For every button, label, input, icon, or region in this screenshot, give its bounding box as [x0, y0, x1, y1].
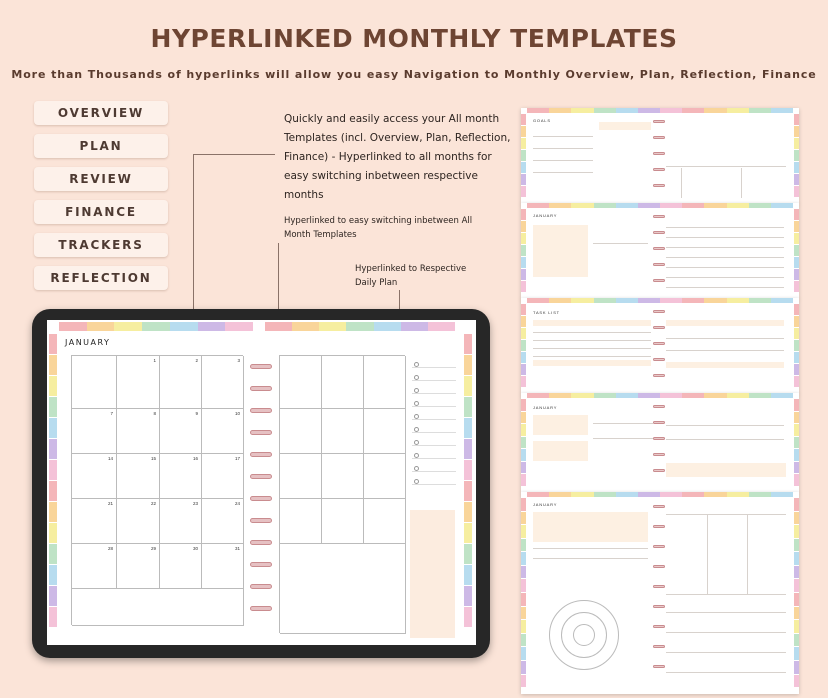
day-number: 10 — [234, 411, 240, 416]
day-cell[interactable] — [322, 409, 364, 454]
day-cell[interactable] — [322, 356, 364, 409]
calendar-grid-left[interactable]: 1 2 3 7 8 9 10 14 15 16 17 21 22 23 24 2… — [71, 355, 244, 626]
day-cell[interactable]: 2 — [160, 356, 202, 409]
day-cell[interactable] — [72, 356, 117, 409]
side-tabs-right[interactable] — [464, 334, 472, 628]
day-cell[interactable] — [364, 454, 406, 499]
template-page-overview[interactable]: JANUARY — [521, 393, 799, 493]
page-title: HYPERLINKED MONTHLY TEMPLATES — [150, 24, 678, 53]
side-tabs-left[interactable] — [49, 334, 57, 628]
page-label: TASK LIST — [533, 310, 560, 315]
day-cell[interactable] — [280, 409, 322, 454]
day-number: 30 — [192, 546, 198, 551]
connector-line — [193, 154, 275, 155]
life-wheel-core — [573, 624, 595, 646]
day-cell[interactable] — [280, 356, 322, 409]
day-number: 14 — [107, 456, 113, 461]
day-number: 1 — [153, 358, 156, 363]
day-number: 15 — [150, 456, 156, 461]
month-tabs-left[interactable] — [59, 322, 254, 331]
day-cell[interactable]: 30 — [160, 544, 202, 589]
day-cell[interactable] — [364, 499, 406, 544]
day-number: 16 — [192, 456, 198, 461]
day-number: 9 — [195, 411, 198, 416]
day-cell[interactable]: 3 — [202, 356, 244, 409]
day-cell[interactable] — [364, 409, 406, 454]
day-cell[interactable]: 23 — [160, 499, 202, 544]
day-number: 3 — [237, 358, 240, 363]
day-cell[interactable]: 14 — [72, 454, 117, 499]
day-cell[interactable]: 31 — [202, 544, 244, 589]
day-number: 8 — [153, 411, 156, 416]
page-label: JANUARY — [533, 502, 558, 507]
day-number: 23 — [192, 501, 198, 506]
review-button[interactable]: REVIEW — [34, 167, 168, 191]
day-cell[interactable] — [364, 356, 406, 409]
overview-button[interactable]: OVERVIEW — [34, 101, 168, 125]
page-subtitle: More than Thousands of hyperlinks will a… — [11, 68, 817, 81]
day-number: 24 — [234, 501, 240, 506]
day-cell[interactable]: 7 — [72, 409, 117, 454]
calendar-grid-right[interactable] — [279, 355, 406, 634]
connector-line — [193, 154, 194, 326]
day-cell[interactable]: 24 — [202, 499, 244, 544]
day-number: 28 — [107, 546, 113, 551]
day-cell[interactable] — [280, 544, 406, 634]
day-cell[interactable] — [322, 454, 364, 499]
day-cell[interactable]: 1 — [117, 356, 160, 409]
day-cell[interactable]: 17 — [202, 454, 244, 499]
page-label: GOALS — [533, 118, 551, 123]
finance-button[interactable]: FINANCE — [34, 200, 168, 224]
month-title: JANUARY — [65, 338, 111, 347]
page-label: JANUARY — [533, 405, 558, 410]
trackers-button[interactable]: TRACKERS — [34, 233, 168, 257]
day-cell[interactable] — [280, 499, 322, 544]
day-cell[interactable]: 28 — [72, 544, 117, 589]
day-cell[interactable] — [322, 499, 364, 544]
day-cell[interactable]: 9 — [160, 409, 202, 454]
day-cell[interactable]: 15 — [117, 454, 160, 499]
template-page-reflection[interactable]: JANUARY — [521, 492, 799, 694]
tablet-screen: JANUARY 1 2 3 7 8 9 10 14 15 16 17 21 22… — [47, 320, 476, 645]
day-cell[interactable]: 21 — [72, 499, 117, 544]
day-number: 17 — [234, 456, 240, 461]
day-cell[interactable] — [72, 589, 244, 626]
day-cell[interactable] — [280, 454, 322, 499]
page-label: JANUARY — [533, 213, 558, 218]
callout-daily: Hyperlinked to Respective Daily Plan — [355, 264, 467, 288]
callout-main: Quickly and easily access your All month… — [284, 113, 511, 201]
day-cell[interactable]: 10 — [202, 409, 244, 454]
day-number: 21 — [107, 501, 113, 506]
day-cell[interactable]: 16 — [160, 454, 202, 499]
reflection-button[interactable]: REFLECTION — [34, 266, 168, 290]
day-number: 31 — [234, 546, 240, 551]
day-cell[interactable]: 29 — [117, 544, 160, 589]
plan-button[interactable]: PLAN — [34, 134, 168, 158]
day-cell[interactable]: 22 — [117, 499, 160, 544]
callout-switching: Hyperlinked to easy switching inbetween … — [284, 216, 473, 240]
day-number: 22 — [150, 501, 156, 506]
day-number: 2 — [195, 358, 198, 363]
notes-panel[interactable] — [410, 510, 455, 638]
day-number: 7 — [110, 411, 113, 416]
day-cell[interactable]: 8 — [117, 409, 160, 454]
day-number: 29 — [150, 546, 156, 551]
month-tabs-right[interactable] — [265, 322, 455, 331]
